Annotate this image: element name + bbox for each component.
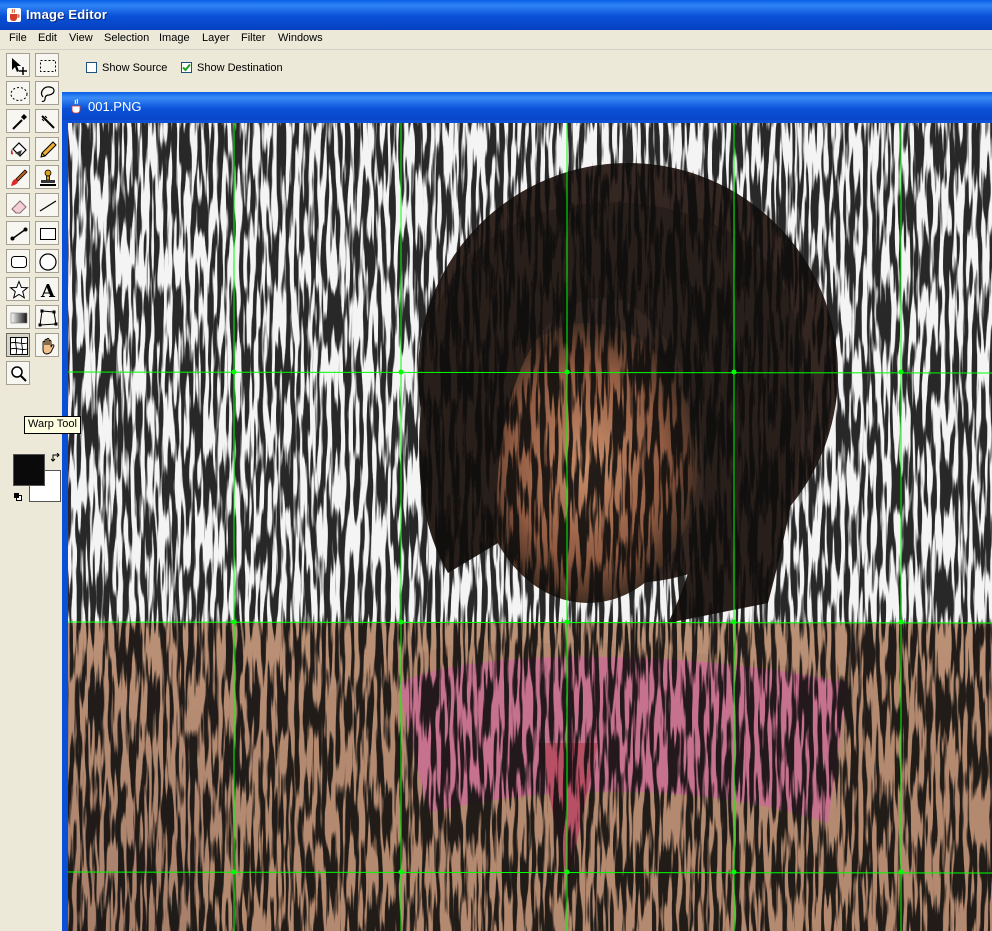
show-source-label: Show Source	[102, 62, 168, 74]
java-cup-icon	[7, 8, 21, 22]
svg-text:A: A	[40, 281, 56, 300]
window-title: Image Editor	[26, 7, 108, 22]
document-title-bar[interactable]: 001.PNG	[62, 92, 992, 120]
paint-bucket-tool[interactable]	[6, 137, 30, 161]
brush-tool[interactable]	[6, 165, 30, 189]
pencil-icon	[40, 141, 57, 158]
rounded-rect-tool[interactable]	[6, 249, 30, 273]
line-measure-icon	[41, 115, 55, 129]
eraser-tool[interactable]	[6, 193, 30, 217]
warp-tool-icon	[10, 337, 28, 355]
move-tool-icon	[12, 58, 27, 75]
rect-select-icon	[40, 60, 56, 72]
connector-icon	[10, 227, 28, 241]
connector-tool[interactable]	[6, 221, 30, 245]
rectangle-tool[interactable]	[35, 221, 59, 245]
stamp-tool[interactable]	[35, 165, 59, 189]
show-destination-checkbox[interactable]	[181, 62, 192, 73]
checkmark-icon	[182, 63, 191, 72]
menu-view[interactable]: View	[67, 32, 95, 44]
java-cup-icon	[71, 98, 81, 114]
menu-layer[interactable]: Layer	[200, 32, 232, 44]
text-tool[interactable]: A	[35, 277, 59, 301]
stamp-icon	[40, 169, 56, 186]
star-icon	[9, 280, 29, 299]
ellipse-select-icon	[10, 87, 28, 101]
rectangle-icon	[40, 228, 56, 240]
ellipse-select-tool[interactable]	[6, 81, 30, 105]
menu-edit[interactable]: Edit	[36, 32, 59, 44]
swap-colors-icon[interactable]	[51, 453, 61, 463]
polygon-tool[interactable]	[35, 305, 59, 329]
menu-windows[interactable]: Windows	[276, 32, 325, 44]
line-tool[interactable]	[35, 193, 59, 217]
rect-select-tool[interactable]	[35, 53, 59, 77]
window-title-bar[interactable]: Image Editor	[0, 0, 992, 30]
paint-bucket-icon	[10, 142, 27, 157]
zoom-tool[interactable]	[6, 361, 30, 385]
rounded-rect-icon	[11, 256, 27, 268]
line-icon	[39, 200, 57, 212]
gradient-tool[interactable]	[6, 305, 30, 329]
menu-selection[interactable]: Selection	[102, 32, 151, 44]
star-tool[interactable]	[6, 277, 30, 301]
hand-icon	[42, 337, 55, 355]
menu-bar: File Edit View Selection Image Layer Fil…	[0, 30, 992, 50]
tool-options-bar: Show Source Show Destination	[62, 50, 992, 90]
default-colors-icon[interactable]	[13, 492, 23, 502]
image-canvas[interactable]	[68, 123, 992, 931]
ellipse-icon	[39, 253, 57, 271]
show-destination-label: Show Destination	[197, 62, 283, 74]
zoom-icon	[11, 366, 27, 382]
eraser-icon	[11, 200, 27, 214]
pencil-tool[interactable]	[35, 137, 59, 161]
show-source-checkbox[interactable]	[86, 62, 97, 73]
lasso-tool[interactable]	[35, 81, 59, 105]
toolbox: A Warp Tool	[4, 50, 81, 931]
document-title: 001.PNG	[88, 99, 142, 114]
gradient-icon	[10, 312, 28, 324]
move-tool[interactable]	[6, 53, 30, 77]
warp-tool-tooltip: Warp Tool	[24, 416, 81, 434]
text-icon: A	[40, 281, 56, 300]
polygon-icon	[38, 309, 58, 327]
foreground-color-swatch[interactable]	[13, 454, 45, 486]
menu-file[interactable]: File	[7, 32, 29, 44]
warp-tool[interactable]	[6, 333, 30, 357]
eyedropper-tool[interactable]	[6, 109, 30, 133]
brush-icon	[11, 169, 28, 186]
lasso-icon	[40, 86, 55, 102]
menu-filter[interactable]: Filter	[239, 32, 267, 44]
ellipse-tool[interactable]	[35, 249, 59, 273]
hand-tool[interactable]	[35, 333, 59, 357]
menu-image[interactable]: Image	[157, 32, 192, 44]
line-measure-tool[interactable]	[35, 109, 59, 133]
warped-photo	[68, 123, 992, 931]
eyedropper-icon	[12, 114, 27, 130]
